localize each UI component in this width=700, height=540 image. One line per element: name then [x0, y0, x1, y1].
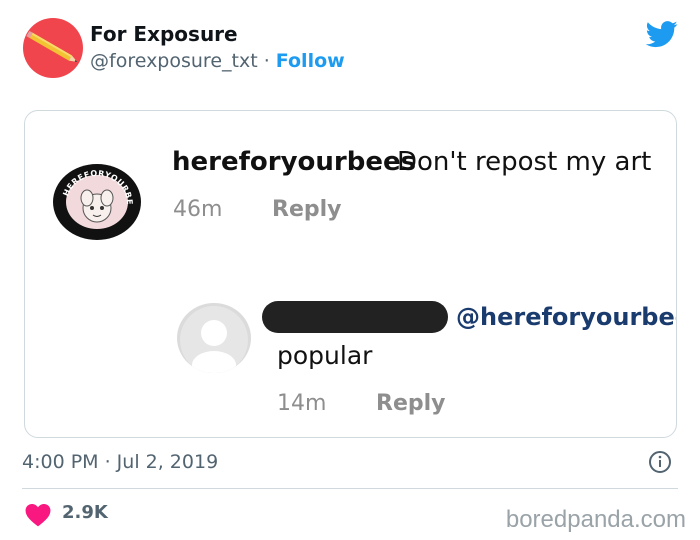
- author-display-name[interactable]: For Exposure: [90, 22, 238, 46]
- embedded-image-card[interactable]: HEREFORYOURBEES hereforyourbees Don't re…: [24, 110, 677, 438]
- author-avatar[interactable]: [23, 18, 83, 78]
- tweet-timestamp[interactable]: 4:00 PM · Jul 2, 2019: [22, 451, 218, 473]
- heart-icon[interactable]: [25, 503, 51, 527]
- watermark: boredpanda.com: [505, 506, 686, 533]
- author-handle-line: @forexposure_txt · Follow: [90, 50, 345, 72]
- info-icon[interactable]: [648, 450, 672, 474]
- comment2-text: popular: [277, 341, 373, 370]
- comment2-mention: @hereforyourbee: [456, 303, 677, 331]
- comment2-reply-button: Reply: [376, 391, 446, 416]
- handle-separator: ·: [257, 50, 276, 72]
- pencil-icon: [26, 30, 78, 62]
- twitter-bird-icon[interactable]: [646, 18, 678, 50]
- comment1-text: Don't repost my art: [397, 147, 652, 177]
- commenter-avatar: HEREFORYOURBEES: [53, 164, 141, 240]
- comment1-reply-button: Reply: [272, 197, 342, 222]
- footer-divider: [22, 488, 678, 489]
- comment2-time: 14m: [277, 391, 327, 416]
- bee-logo-icon: HEREFORYOURBEES: [53, 164, 134, 223]
- like-count[interactable]: 2.9K: [62, 502, 108, 523]
- comment1-time: 46m: [173, 197, 223, 222]
- comment1-username: hereforyourbees: [172, 147, 417, 177]
- default-avatar-icon: [177, 303, 251, 373]
- author-handle[interactable]: @forexposure_txt: [90, 50, 258, 72]
- redacted-username: [262, 301, 448, 333]
- follow-button[interactable]: Follow: [276, 50, 345, 72]
